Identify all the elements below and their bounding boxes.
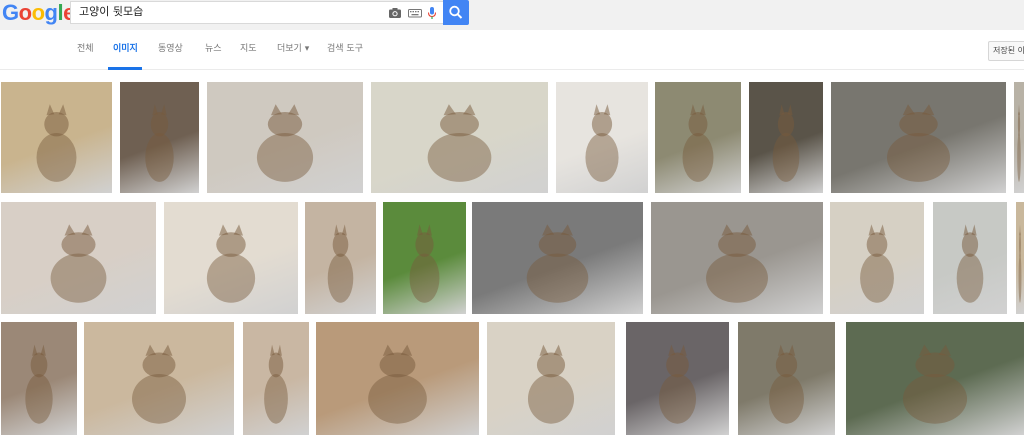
cat-photo-thumbnail <box>132 344 186 424</box>
saved-images-button[interactable]: 저장된 이미 <box>988 41 1024 61</box>
search-box <box>70 1 443 24</box>
image-result[interactable] <box>120 82 199 193</box>
cat-photo-thumbnail <box>887 104 950 182</box>
image-result[interactable] <box>749 82 823 193</box>
image-result[interactable] <box>846 322 1024 435</box>
cat-photo-thumbnail <box>327 224 354 303</box>
tab-more[interactable]: 더보기 ▾ <box>277 43 309 55</box>
image-result[interactable] <box>1 82 112 193</box>
image-result[interactable] <box>1014 82 1024 193</box>
image-result[interactable] <box>472 202 643 314</box>
logo-letter: g <box>44 0 58 25</box>
image-result[interactable] <box>1 322 77 435</box>
image-result[interactable] <box>655 82 741 193</box>
image-result[interactable] <box>487 322 615 435</box>
keyboard-icon[interactable] <box>408 6 422 20</box>
image-result[interactable] <box>651 202 823 314</box>
cat-photo-thumbnail <box>206 224 256 303</box>
image-result[interactable] <box>626 322 729 435</box>
image-result[interactable] <box>738 322 835 435</box>
search-input[interactable] <box>79 5 379 19</box>
image-result[interactable] <box>243 322 309 435</box>
cat-photo-thumbnail <box>658 344 697 424</box>
cat-photo-thumbnail <box>427 104 492 182</box>
image-results-grid <box>0 71 1024 440</box>
search-icon <box>449 5 463 19</box>
cat-photo-thumbnail <box>682 104 714 182</box>
tab-images[interactable]: 이미지 <box>113 43 138 55</box>
tab-news[interactable]: 뉴스 <box>205 43 222 55</box>
cat-photo-thumbnail <box>1017 104 1021 182</box>
cat-photo-thumbnail <box>772 104 800 182</box>
cat-photo-thumbnail <box>526 224 589 303</box>
image-result[interactable] <box>556 82 648 193</box>
image-result[interactable] <box>1 202 156 314</box>
image-result[interactable] <box>371 82 548 193</box>
image-result[interactable] <box>84 322 234 435</box>
active-tab-indicator <box>108 67 142 70</box>
image-result[interactable] <box>830 202 924 314</box>
search-button[interactable] <box>443 0 469 25</box>
tab-videos[interactable]: 동영상 <box>158 43 183 55</box>
cat-photo-thumbnail <box>25 344 53 424</box>
tab-all[interactable]: 전체 <box>77 43 94 55</box>
logo-letter: G <box>2 0 19 25</box>
cat-photo-thumbnail <box>769 344 804 424</box>
image-result[interactable] <box>316 322 479 435</box>
cat-photo-thumbnail <box>145 104 174 182</box>
top-bar: Google <box>0 0 1024 30</box>
cat-photo-thumbnail <box>50 224 107 303</box>
logo-letter: o <box>18 0 32 25</box>
cat-photo-thumbnail <box>706 224 768 303</box>
cat-photo-thumbnail <box>527 344 575 424</box>
microphone-icon[interactable] <box>425 6 439 20</box>
camera-icon[interactable] <box>388 6 402 20</box>
cat-photo-thumbnail <box>264 344 288 424</box>
tab-maps[interactable]: 지도 <box>240 43 257 55</box>
google-logo[interactable]: Google <box>2 1 75 25</box>
cat-photo-thumbnail <box>409 224 440 303</box>
cat-photo-thumbnail <box>256 104 314 182</box>
cat-photo-thumbnail <box>368 344 427 424</box>
image-result[interactable] <box>831 82 1006 193</box>
tab-search-tools[interactable]: 검색 도구 <box>327 43 363 55</box>
image-result[interactable] <box>933 202 1007 314</box>
logo-letter: o <box>31 0 45 25</box>
cat-photo-thumbnail <box>36 104 77 182</box>
cat-photo-thumbnail <box>860 224 894 303</box>
search-nav: 전체 이미지 동영상 뉴스 지도 더보기 ▾ 검색 도구 저장된 이미 <box>0 30 1024 70</box>
image-result[interactable] <box>164 202 298 314</box>
cat-photo-thumbnail <box>956 224 984 303</box>
image-result[interactable] <box>305 202 376 314</box>
image-result[interactable] <box>1016 202 1024 314</box>
cat-photo-thumbnail <box>1018 224 1022 303</box>
cat-photo-thumbnail <box>585 104 619 182</box>
image-result[interactable] <box>207 82 363 193</box>
cat-photo-thumbnail <box>902 344 968 424</box>
image-result[interactable] <box>383 202 466 314</box>
